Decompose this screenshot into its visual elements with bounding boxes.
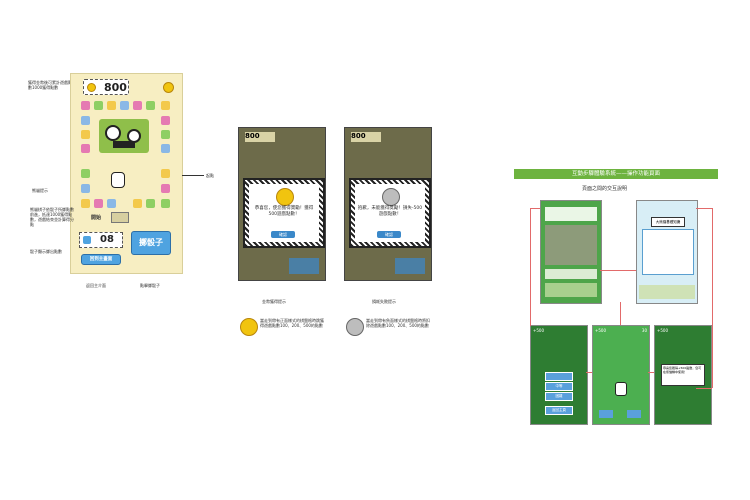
panda-piece: [111, 172, 125, 188]
gold-coin-legend-icon: [240, 318, 258, 336]
panda-illustration: [99, 119, 149, 153]
dice-display: 08: [79, 232, 123, 248]
note-monkey: 熊貓提示: [32, 188, 48, 193]
section-header: 互動步驟體驗系統——操作功能頁面: [514, 169, 718, 179]
board-tile: [161, 144, 170, 153]
board-tile: [81, 199, 90, 208]
right-arrow-button[interactable]: [627, 410, 641, 418]
coin-icon: [87, 83, 96, 92]
top-screen-right: 大熊貓基礎知識: [636, 200, 698, 304]
bottom-screen-2: +500 30: [592, 325, 650, 425]
knowledge-title: 大熊貓基礎知識: [651, 217, 685, 227]
reward-confirm-button[interactable]: 確認: [271, 231, 295, 238]
board-tile: [146, 101, 155, 110]
note-dice: 骰子顯示擲出點數: [30, 249, 62, 254]
loss-dialog-screen: 800 抱歉，未能獲得獎勵！損失-500遊戲點數！ 確認: [344, 127, 432, 281]
board-tile: [133, 101, 142, 110]
board-tile: [94, 101, 103, 110]
note-right: 起點: [206, 173, 214, 178]
score-note: 獲得金幣後可累計遊戲點數1000獲得點數: [28, 80, 72, 90]
silver-coin-legend-icon: [346, 318, 364, 336]
gold-coin-icon: [276, 188, 294, 206]
board-tile: [81, 184, 90, 193]
silver-coin-icon: [382, 188, 400, 206]
board-tile: [107, 199, 116, 208]
panda-runner: [615, 382, 627, 396]
board-tile: [146, 199, 155, 208]
loss-caption: 損耗失敗提示: [372, 299, 396, 304]
hard-button[interactable]: 困難: [545, 392, 573, 401]
bottom-screen-3: +500 恭喜您獲得+500點數，您可在熊貓棋中使用！: [654, 325, 712, 425]
back-home-button[interactable]: 回到主畫面: [81, 254, 121, 265]
left-arrow-button[interactable]: [599, 410, 613, 418]
section-subtitle: 頁面之間的交互說明: [582, 186, 628, 192]
board-tile: [161, 116, 170, 125]
board-tile: [161, 199, 170, 208]
throw-dice-button[interactable]: 擲骰子: [131, 231, 171, 255]
menu-button[interactable]: [545, 372, 573, 381]
board-tile: [107, 101, 116, 110]
board-tile: [81, 116, 90, 125]
coin-icon: [163, 82, 174, 93]
board-tile: [81, 169, 90, 178]
score-display: 800: [83, 79, 129, 95]
home-button[interactable]: 返回主頁: [545, 406, 573, 415]
reward-legend: 當走到帶有正面樣式的棋盤格時跳獲得遊戲點數100、200、500的點數: [260, 318, 324, 328]
top-screen-left: [540, 200, 602, 304]
dice-icon: [83, 236, 91, 244]
reward-caption: 金幣獲得提示: [262, 299, 286, 304]
board-tile: [161, 130, 170, 139]
reward-message: 恭喜您，使您獲得獎勵！獲得500遊戲點數！: [254, 206, 314, 217]
board-tile: [161, 169, 170, 178]
loss-dialog: 抱歉，未能獲得獎勵！損失-500遊戲點數！ 確認: [349, 178, 431, 248]
start-marker: [111, 212, 129, 223]
loss-message: 抱歉，未能獲得獎勵！損失-500遊戲點數！: [357, 206, 423, 217]
start-label: 開始: [91, 215, 102, 221]
board-tile: [81, 101, 90, 110]
board-tile: [161, 184, 170, 193]
caption-throw: 點擊擲骰子: [140, 283, 160, 288]
board-tile: [94, 199, 103, 208]
board-tile: [81, 144, 90, 153]
reward-dialog: 恭喜您，使您獲得獎勵！獲得500遊戲點數！ 確認: [243, 178, 325, 248]
bottom-screen-1: +500 中等 困難 返回主頁: [530, 325, 588, 425]
result-dialog: 恭喜您獲得+500點數，您可在熊貓棋中使用！: [661, 364, 705, 386]
board-tile: [120, 101, 129, 110]
board-tile: [81, 130, 90, 139]
note-route: 熊貓棋子依骰子所擲點數前進，抵達1000獲得點數，遊戲結束並計算得分點: [30, 207, 74, 227]
loss-legend: 當走到帶有負面樣式的棋盤格時將扣除遊戲點數100、200、500的點數: [366, 318, 430, 328]
caption-back: 返回主介面: [86, 283, 106, 288]
board-tile: [161, 101, 170, 110]
game-board: 800 開始 08 擲骰子 回到主畫面: [70, 73, 183, 274]
reward-dialog-screen: 800 恭喜您，使您獲得獎勵！獲得500遊戲點數！ 確認: [238, 127, 326, 281]
board-tile: [133, 199, 142, 208]
medium-button[interactable]: 中等: [545, 382, 573, 391]
loss-confirm-button[interactable]: 確認: [377, 231, 401, 238]
